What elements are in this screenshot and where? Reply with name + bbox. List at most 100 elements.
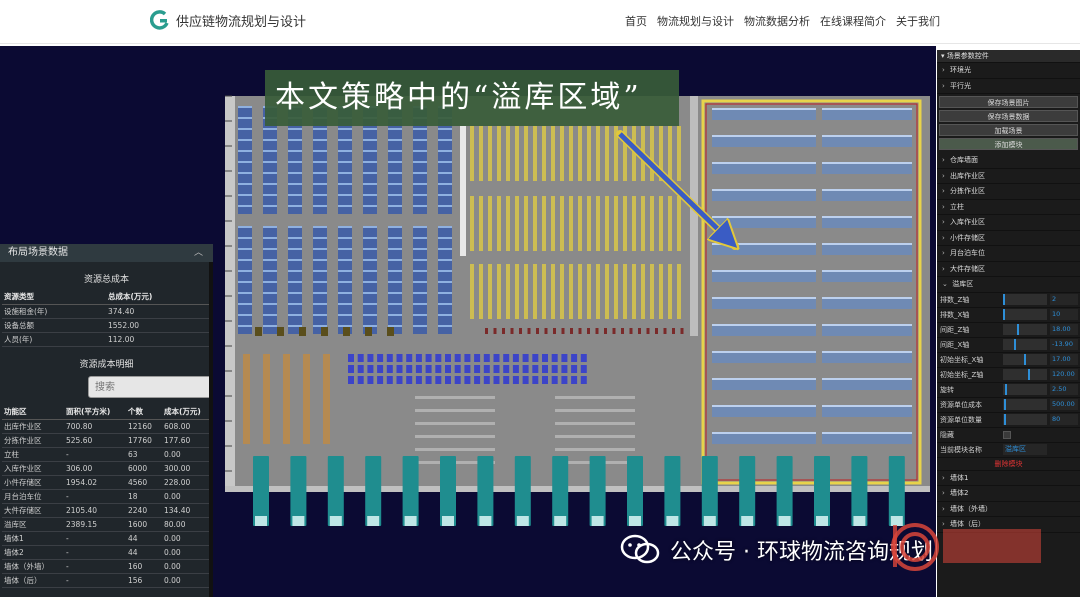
col-zone[interactable]: 功能区	[2, 404, 64, 420]
param-value-input[interactable]: 2.50	[1050, 384, 1078, 395]
slider-knob[interactable]	[1017, 324, 1019, 335]
chevron-right-icon: ›	[942, 156, 945, 164]
wall-item-0[interactable]: › 墙体1	[937, 471, 1080, 486]
zone-item-label: 仓库墙面	[950, 156, 978, 164]
slider-knob[interactable]	[1005, 384, 1007, 395]
module-name-input[interactable]: 溢库区	[1003, 444, 1047, 455]
params-panel-title[interactable]: ▾ 场景参数控件	[937, 50, 1080, 63]
table-row[interactable]: 入库作业区 306.00 6000 300.00	[2, 461, 212, 476]
param-slider[interactable]	[1003, 309, 1047, 320]
table-row[interactable]: 设施租金(年) 374.40	[2, 304, 212, 319]
param-row: 排数_X轴 10	[937, 308, 1080, 323]
zone-item-1[interactable]: › 出库作业区	[937, 169, 1080, 184]
table-cell: 2240	[126, 503, 162, 518]
table-cell: 44	[126, 545, 162, 560]
zone-item-label: 出库作业区	[950, 171, 985, 180]
param-slider[interactable]	[1003, 399, 1047, 410]
table-cell: 小件存储区	[2, 475, 64, 490]
col-resource-type[interactable]: 资源类型	[2, 289, 106, 305]
slider-knob[interactable]	[1028, 369, 1030, 380]
col-cost[interactable]: 成本(万元)	[162, 404, 212, 420]
param-value-input[interactable]: 120.00	[1050, 369, 1078, 380]
table-row[interactable]: 墙体1-44 0.00	[2, 531, 212, 546]
table-cell: 月台泊车位	[2, 489, 64, 504]
param-label: 排数_Z轴	[940, 295, 970, 304]
param-label: 隐藏	[940, 430, 954, 439]
table-row[interactable]: 墙体（外墙） -160 0.00	[2, 559, 212, 574]
table-cell: 0.00	[162, 545, 212, 560]
slider-knob[interactable]	[1003, 294, 1005, 305]
detail-cost-title: 资源成本明细	[79, 360, 134, 370]
slider-knob[interactable]	[1004, 414, 1006, 425]
panel-scrollbar[interactable]	[209, 262, 213, 597]
delete-module-button[interactable]: 删除模块	[937, 458, 1080, 471]
param-value-input[interactable]: 10	[1050, 309, 1078, 320]
param-label: 初始坐标_Z轴	[940, 370, 984, 379]
table-cell: 大件存储区	[2, 503, 64, 518]
table-row[interactable]: 溢库区 2389.15 1600 80.00	[2, 517, 212, 532]
param-value-input[interactable]: 80	[1050, 414, 1078, 425]
param-slider[interactable]	[1003, 324, 1047, 335]
table-cell: 63	[126, 447, 162, 462]
param-slider[interactable]	[1003, 354, 1047, 365]
col-area[interactable]: 面积(平方米)	[64, 404, 126, 420]
light-item-0[interactable]: › 环境光	[937, 63, 1080, 79]
slider-knob[interactable]	[1003, 309, 1005, 320]
param-label: 旋转	[940, 385, 954, 394]
col-count[interactable]: 个数	[126, 404, 162, 420]
param-value-input[interactable]: -13.90	[1050, 339, 1078, 350]
search-input[interactable]	[88, 376, 212, 398]
param-value-input[interactable]: 500.00	[1050, 399, 1078, 410]
scene-action-button-1[interactable]: 保存场景数据	[939, 110, 1078, 122]
slider-knob[interactable]	[1024, 354, 1026, 365]
scene-action-button-2[interactable]: 加载场景	[939, 124, 1078, 136]
slider-knob[interactable]	[1014, 339, 1016, 350]
param-value-input[interactable]: 2	[1050, 294, 1078, 305]
table-row[interactable]: 人员(年) 112.00	[2, 332, 212, 347]
table-row[interactable]: 设备总额 1552.00	[2, 318, 212, 333]
zone-item-overflow[interactable]: ⌄ 溢库区	[937, 277, 1080, 293]
zone-item-5[interactable]: › 小件存储区	[937, 231, 1080, 246]
zone-item-6[interactable]: › 月台泊车位	[937, 246, 1080, 262]
zone-item-label: 大件存储区	[950, 264, 985, 273]
light-item-1[interactable]: › 平行光	[937, 79, 1080, 94]
table-cell: -	[64, 489, 126, 504]
zone-item-3[interactable]: › 立柱	[937, 200, 1080, 215]
table-row[interactable]: 出库作业区 700.80 12160 608.00	[2, 419, 212, 434]
panel-header[interactable]: 布局场景数据 ︿	[0, 244, 213, 262]
param-value-input[interactable]: 17.00	[1050, 354, 1078, 365]
chevron-right-icon: ›	[942, 81, 945, 90]
table-row[interactable]: 墙体2-44 0.00	[2, 545, 212, 560]
param-row-name: 当前模块名称 溢库区	[937, 443, 1080, 458]
zone-item-4[interactable]: › 入库作业区	[937, 215, 1080, 231]
param-row: 初始坐标_X轴 17.00	[937, 353, 1080, 368]
table-row[interactable]: 墙体（后） -156 0.00	[2, 573, 212, 588]
table-cell: 0.00	[162, 489, 212, 504]
collapse-icon[interactable]: ︿	[194, 244, 203, 262]
table-row[interactable]: 大件存储区 2105.40 2240 134.40	[2, 503, 212, 518]
param-slider[interactable]	[1003, 294, 1047, 305]
scene-action-button-0[interactable]: 保存场景图片	[939, 96, 1078, 108]
param-slider[interactable]	[1003, 414, 1047, 425]
table-cell: 156	[126, 573, 162, 588]
table-row[interactable]: 立柱 -63 0.00	[2, 447, 212, 462]
param-slider[interactable]	[1003, 384, 1047, 395]
param-slider[interactable]	[1003, 369, 1047, 380]
wall-item-1[interactable]: › 墙体2	[937, 486, 1080, 502]
table-cell: 6000	[126, 461, 162, 476]
table-row[interactable]: 分拣作业区 525.60 17760 177.60	[2, 433, 212, 448]
col-total-cost[interactable]: 总成本(万元)	[106, 289, 212, 305]
zone-item-0[interactable]: › 仓库墙面	[937, 153, 1080, 169]
param-slider[interactable]	[1003, 339, 1047, 350]
slider-knob[interactable]	[1004, 399, 1006, 410]
table-row[interactable]: 小件存储区 1954.02 4560 228.00	[2, 475, 212, 490]
table-row[interactable]: 月台泊车位 -18 0.00	[2, 489, 212, 504]
hidden-checkbox[interactable]	[1003, 430, 1011, 439]
scene-action-button-3[interactable]: 添加模块	[939, 138, 1078, 150]
table-cell: 2389.15	[64, 517, 126, 532]
zone-item-2[interactable]: › 分拣作业区	[937, 184, 1080, 200]
param-label: 排数_X轴	[940, 310, 970, 319]
table-cell: 墙体（外墙）	[2, 559, 64, 574]
zone-item-7[interactable]: › 大件存储区	[937, 262, 1080, 277]
param-value-input[interactable]: 18.00	[1050, 324, 1078, 335]
